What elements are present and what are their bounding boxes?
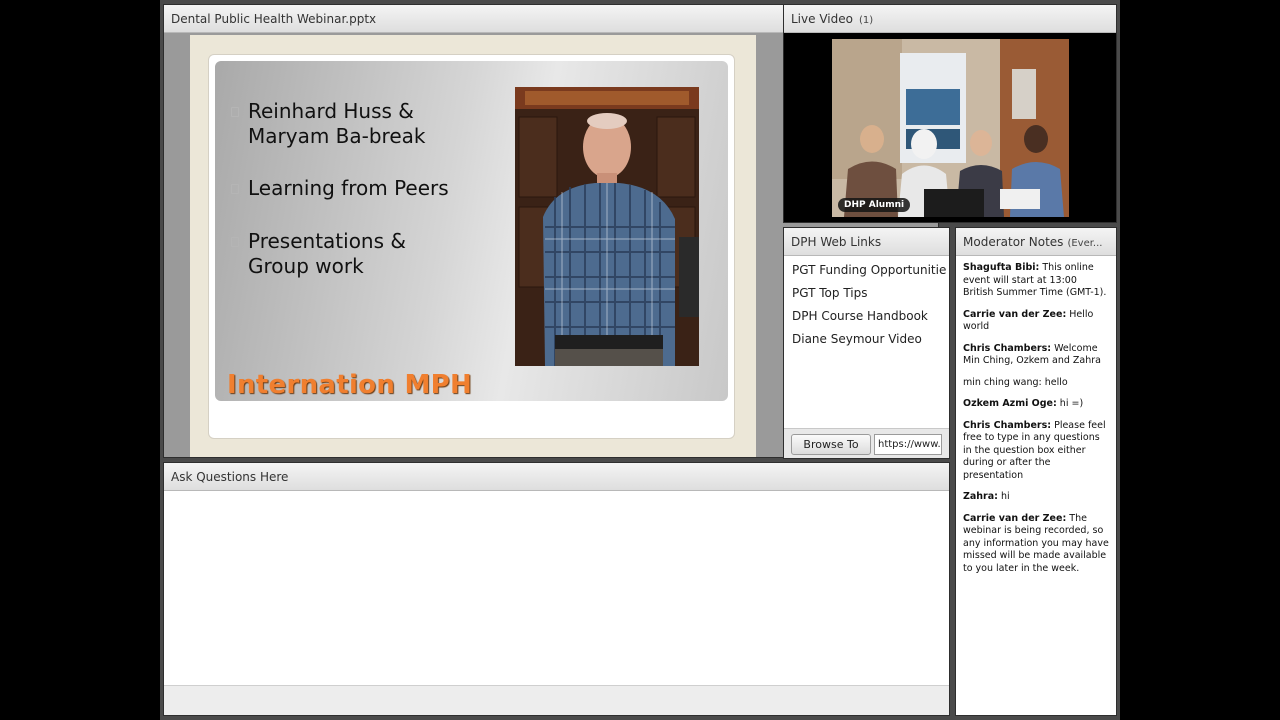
message-author: Zahra: [963, 491, 998, 502]
message-author: Ozkem Azmi Oge: [963, 398, 1057, 409]
chat-message: Ozkem Azmi Oge: hi =) [963, 398, 1110, 411]
message-author: Shagufta Bibi: [963, 262, 1040, 273]
chat-message: Carrie van der Zee: The webinar is being… [963, 513, 1110, 576]
video-pod-title: Live Video [791, 12, 853, 26]
questions-title: Ask Questions Here [171, 470, 289, 484]
slide-bullet: Learning from Peers [231, 176, 449, 201]
web-links-pod: DPH Web Links PGT Funding Opportunitie P… [783, 227, 950, 459]
slide-content: Reinhard Huss & Maryam Ba-break Learning… [215, 61, 728, 401]
message-text: min ching wang: hello [963, 376, 1068, 388]
web-link-item[interactable]: PGT Top Tips [784, 283, 949, 306]
notes-title: Moderator Notes [963, 235, 1064, 249]
question-input-bar[interactable] [164, 685, 949, 715]
video-pod-header: Live Video (1) [784, 5, 1116, 33]
video-pod: Live Video (1) DHP Alumni [783, 4, 1117, 223]
questions-pod: Ask Questions Here [163, 462, 950, 716]
camera-label: DHP Alumni [838, 198, 911, 212]
web-links-footer: Browse To https://www. [784, 428, 949, 458]
browse-to-button[interactable]: Browse To [791, 434, 871, 455]
slide: Reinhard Huss & Maryam Ba-break Learning… [208, 54, 735, 439]
bullet-marker [231, 184, 239, 194]
chat-message: Zahra: hi [963, 491, 1110, 504]
slide-bullet: Presentations & Group work [231, 229, 406, 279]
message-text: hi [997, 491, 1010, 502]
video-feed[interactable]: DHP Alumni [832, 39, 1069, 217]
webcam-image [832, 39, 1069, 217]
notes-scope[interactable]: (Ever... [1067, 238, 1102, 249]
chat-message: Carrie van der Zee: Hello world [963, 309, 1110, 334]
slide-frame: Reinhard Huss & Maryam Ba-break Learning… [190, 35, 756, 457]
slide-bullet: Reinhard Huss & Maryam Ba-break [231, 99, 425, 149]
message-author: Chris Chambers: [963, 342, 1052, 354]
bullet-marker [231, 237, 239, 247]
bullet-marker [231, 107, 239, 117]
questions-list [164, 492, 949, 685]
chat-message: Chris Chambers: Please feel free to type… [963, 420, 1110, 483]
participant-count: (1) [858, 15, 874, 26]
web-links-list: PGT Funding Opportunitie PGT Top Tips DP… [784, 256, 949, 352]
message-author: Carrie van der Zee: [963, 308, 1067, 320]
slide-title: Internation MPH [227, 370, 473, 400]
share-pod-title: Dental Public Health Webinar.pptx [171, 12, 377, 26]
web-links-header: DPH Web Links [784, 228, 949, 256]
chat-message: Shagufta Bibi: This online event will st… [963, 262, 1110, 300]
web-link-item[interactable]: Diane Seymour Video [784, 329, 949, 352]
chat-message: Chris Chambers: Welcome Min Ching, Ozkem… [963, 343, 1110, 368]
moderator-notes-pod: Moderator Notes (Ever... Shagufta Bibi: T… [955, 227, 1117, 716]
presenter-photo [515, 87, 699, 366]
notes-body: Shagufta Bibi: This online event will st… [956, 256, 1116, 575]
message-author: Carrie van der Zee: [963, 512, 1067, 524]
web-link-item[interactable]: PGT Funding Opportunitie [784, 260, 949, 283]
notes-header: Moderator Notes (Ever... [956, 228, 1116, 256]
web-link-item[interactable]: DPH Course Handbook [784, 306, 949, 329]
url-field[interactable]: https://www. [874, 434, 942, 455]
message-text: hi =) [1056, 398, 1084, 409]
video-area: DHP Alumni [784, 33, 1116, 222]
meeting-room: Dental Public Health Webinar.pptx Reinha… [160, 0, 1120, 720]
chat-message: min ching wang: hello [963, 377, 1110, 390]
questions-header: Ask Questions Here [164, 463, 949, 491]
web-links-title: DPH Web Links [791, 235, 882, 249]
message-author: Chris Chambers: [963, 419, 1052, 431]
